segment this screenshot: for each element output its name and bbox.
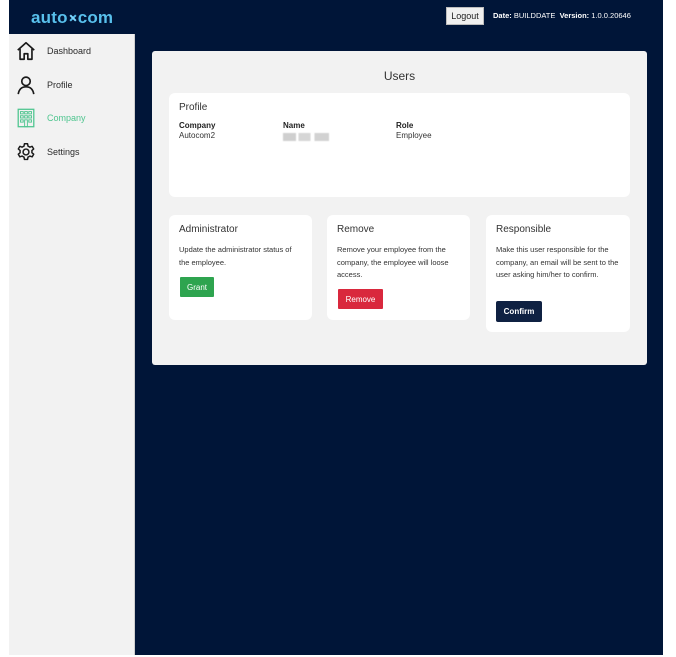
autocom-logo[interactable]: auto com [31, 8, 113, 28]
profile-card: Profile Company Autocom2 Name Role Emplo… [169, 93, 630, 197]
logo-text-left: auto [31, 8, 68, 27]
responsible-title: Responsible [496, 224, 552, 235]
app-frame: auto com Logout Date: BUILDDATE Version: … [9, 0, 663, 655]
sidebar-item-label: Settings [47, 147, 80, 157]
sidebar-item-label: Profile [47, 80, 73, 90]
remove-description: Remove your employee from the company, t… [337, 245, 449, 279]
remove-card: Remove Remove your employee from the com… [327, 215, 470, 320]
name-label: Name [283, 121, 305, 130]
logo-arrows-icon [69, 14, 77, 22]
date-value: BUILDDATE [513, 11, 556, 20]
page-title: Users [383, 69, 416, 83]
sidebar-item-label: Dashboard [47, 46, 92, 56]
role-value: Employee [396, 131, 432, 140]
version-label: Version: [559, 11, 590, 20]
date-label: Date: [493, 11, 512, 20]
company-value: Autocom2 [179, 131, 216, 140]
sidebar-item-profile[interactable]: Profile [9, 70, 135, 100]
logo-text-right: com [77, 8, 114, 27]
administrator-description: Update the administrator status of the e… [179, 245, 292, 267]
building-icon [17, 108, 35, 128]
confirm-button[interactable]: Confirm [497, 302, 541, 321]
name-value-redacted [283, 131, 329, 143]
administrator-title: Administrator [179, 224, 238, 235]
sidebar-item-label: Company [47, 113, 86, 123]
gear-icon [17, 143, 35, 161]
role-column: Role Employee [396, 121, 432, 140]
responsible-card: Responsible Make this user responsible f… [486, 215, 630, 332]
sidebar-item-company[interactable]: Company [9, 103, 135, 133]
remove-title: Remove [337, 224, 375, 235]
sidebar-item-dashboard[interactable]: Dashboard [9, 36, 135, 66]
sidebar: Dashboard Profile Company Settings [9, 34, 135, 655]
home-icon [17, 41, 35, 61]
administrator-card: Administrator Update the administrator s… [169, 215, 312, 320]
users-panel: Users Profile Company Autocom2 Name Role… [152, 51, 647, 365]
profile-card-title: Profile [179, 102, 208, 113]
company-column: Company Autocom2 [179, 121, 215, 140]
version-value: 1.0.0.20646 [591, 11, 631, 20]
build-info: Date: BUILDDATE Version: 1.0.0.20646 [493, 11, 631, 20]
grant-button[interactable]: Grant [180, 277, 214, 297]
responsible-description: Make this user responsible for the compa… [496, 245, 619, 279]
name-column: Name [283, 121, 329, 143]
user-icon [17, 76, 35, 95]
remove-button[interactable]: Remove [338, 289, 383, 309]
company-label: Company [179, 121, 216, 130]
logout-button[interactable]: Logout [446, 7, 484, 25]
sidebar-item-settings[interactable]: Settings [9, 137, 135, 167]
role-label: Role [396, 121, 414, 130]
